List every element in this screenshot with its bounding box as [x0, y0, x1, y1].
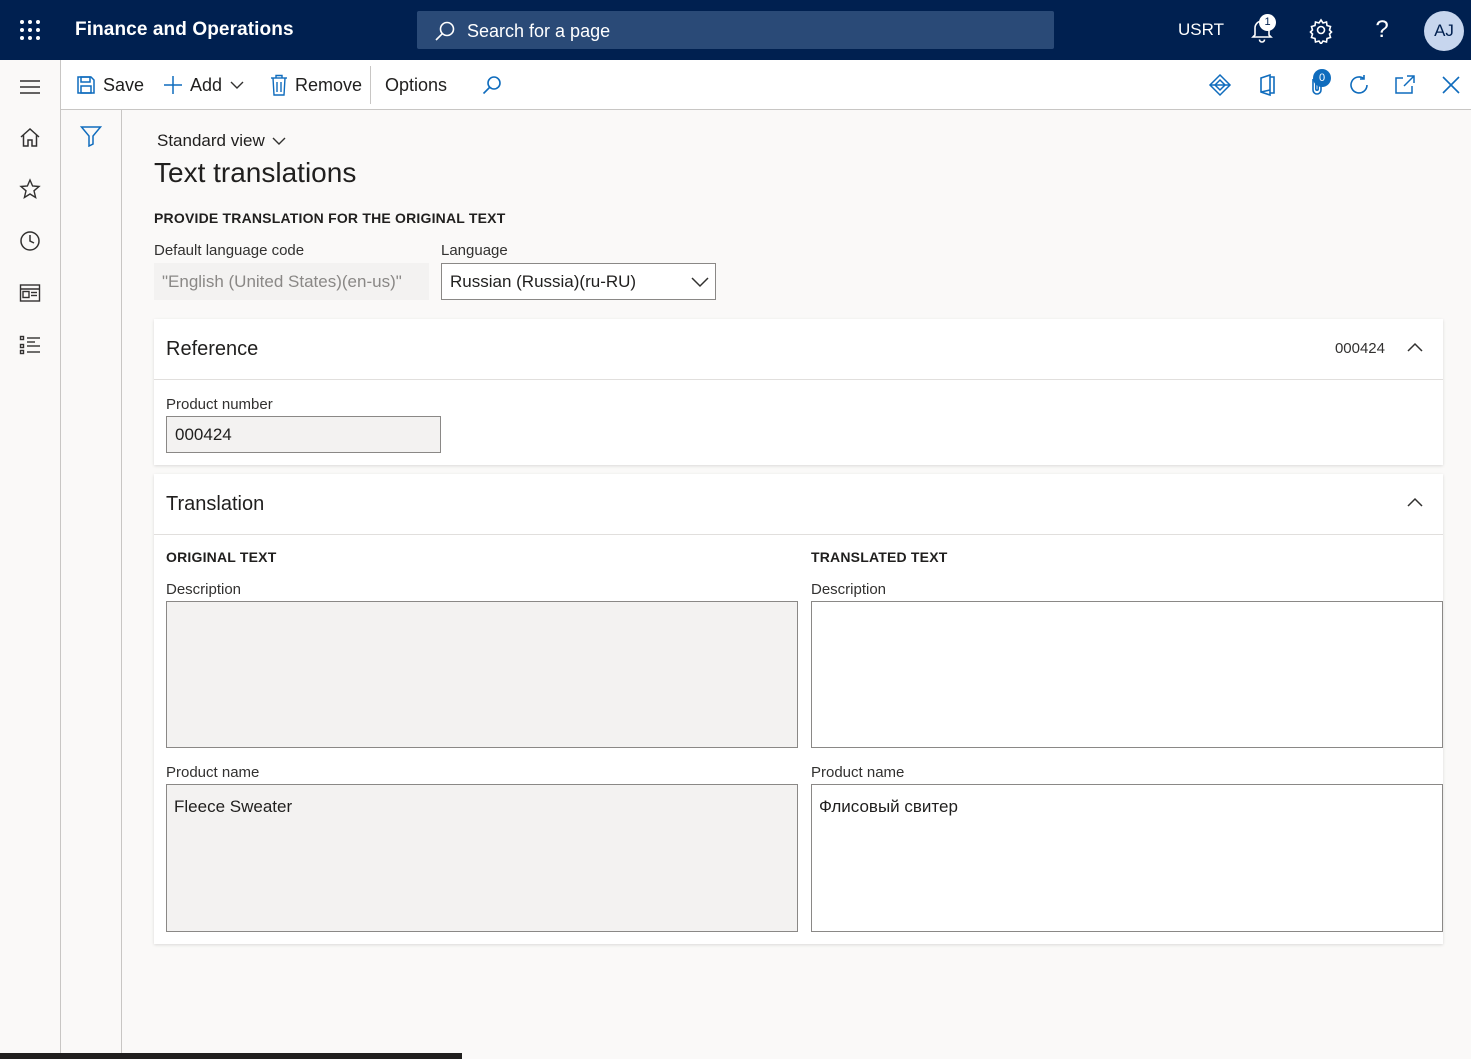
search-placeholder: Search for a page	[467, 21, 611, 41]
translated-product-name-label: Product name	[811, 764, 905, 781]
chevron-down-icon	[230, 78, 244, 92]
translated-description-field[interactable]	[811, 601, 1443, 748]
original-description-field[interactable]	[166, 601, 798, 748]
original-description-label: Description	[166, 581, 242, 598]
view-selector-label: Standard view	[157, 131, 265, 150]
add-button[interactable]: Add	[163, 60, 244, 110]
open-new-window-icon[interactable]	[1393, 73, 1417, 97]
navigation-pane	[0, 60, 61, 1059]
options-label: Options	[385, 74, 448, 95]
search-icon	[481, 74, 503, 96]
notification-count-badge: 1	[1259, 14, 1276, 31]
translation-title: Translation	[166, 493, 265, 515]
search-box[interactable]: Search for a page	[417, 11, 1054, 49]
translated-text-caption: TRANSLATED TEXT	[811, 549, 948, 565]
action-search-button[interactable]	[481, 60, 503, 110]
chevron-down-icon	[265, 134, 286, 148]
translated-description-label: Description	[811, 581, 887, 598]
chevron-down-icon	[691, 273, 709, 291]
chevron-up-icon[interactable]	[1406, 494, 1424, 512]
power-apps-icon[interactable]	[1208, 73, 1232, 97]
clock-icon[interactable]	[19, 230, 41, 252]
translation-fasttab: Translation ORIGINAL TEXT TRANSLATED TEX…	[154, 474, 1443, 944]
taskbar-strip	[0, 1053, 462, 1059]
translation-fasttab-header[interactable]: Translation	[154, 474, 1443, 535]
app-title[interactable]: Finance and Operations	[75, 19, 294, 41]
top-navigation-bar: Finance and Operations Search for a page…	[0, 0, 1471, 60]
hamburger-icon[interactable]	[19, 76, 41, 98]
product-number-field[interactable]: 000424	[166, 416, 441, 453]
office-icon[interactable]	[1255, 73, 1279, 97]
search-icon	[434, 20, 456, 42]
reference-fasttab-header[interactable]: Reference 000424	[154, 319, 1443, 380]
remove-button[interactable]: Remove	[270, 60, 362, 110]
action-pane-divider	[370, 66, 371, 104]
settings-gear-icon[interactable]	[1307, 16, 1335, 44]
attachments-count-badge: 0	[1313, 69, 1331, 87]
refresh-icon[interactable]	[1347, 73, 1371, 97]
action-pane: Save Add Remove Options 0	[61, 60, 1471, 110]
user-avatar[interactable]: AJ	[1424, 11, 1464, 51]
close-icon[interactable]	[1439, 73, 1463, 97]
filter-icon[interactable]	[80, 125, 102, 147]
company-picker[interactable]: USRT	[1178, 20, 1224, 40]
save-button[interactable]: Save	[76, 60, 144, 110]
default-language-field: "English (United States)(en-us)"	[154, 263, 429, 300]
home-icon[interactable]	[19, 126, 41, 148]
translated-product-name-field[interactable]: Флисовый свитер	[811, 784, 1443, 932]
help-icon[interactable]: ?	[1368, 16, 1396, 44]
product-number-label: Product number	[166, 396, 273, 413]
filter-pane	[61, 110, 122, 1059]
trash-icon	[270, 74, 288, 96]
plus-icon	[163, 75, 183, 95]
star-icon[interactable]	[19, 178, 41, 200]
reference-title: Reference	[166, 338, 259, 360]
section-caption: PROVIDE TRANSLATION FOR THE ORIGINAL TEX…	[154, 210, 506, 226]
save-label: Save	[103, 74, 145, 95]
reference-summary: 000424	[1334, 340, 1385, 357]
language-label: Language	[441, 242, 508, 259]
remove-label: Remove	[295, 74, 363, 95]
language-select-value: Russian (Russia)(ru-RU)	[450, 271, 637, 291]
original-text-caption: ORIGINAL TEXT	[166, 549, 277, 565]
save-icon	[76, 75, 96, 95]
modules-list-icon[interactable]	[19, 334, 41, 356]
add-label: Add	[190, 74, 223, 95]
page-title: Text translations	[154, 157, 357, 188]
original-product-name-field[interactable]: Fleece Sweater	[166, 784, 798, 932]
workspace-icon[interactable]	[19, 282, 41, 304]
original-product-name-label: Product name	[166, 764, 260, 781]
app-launcher-icon[interactable]	[18, 18, 42, 42]
chevron-up-icon[interactable]	[1406, 339, 1424, 357]
default-language-label: Default language code	[154, 242, 305, 259]
options-tab[interactable]: Options	[385, 60, 447, 110]
view-selector[interactable]: Standard view	[157, 131, 286, 151]
language-select[interactable]: Russian (Russia)(ru-RU)	[441, 263, 716, 300]
reference-fasttab: Reference 000424 Product number 000424	[154, 319, 1443, 465]
